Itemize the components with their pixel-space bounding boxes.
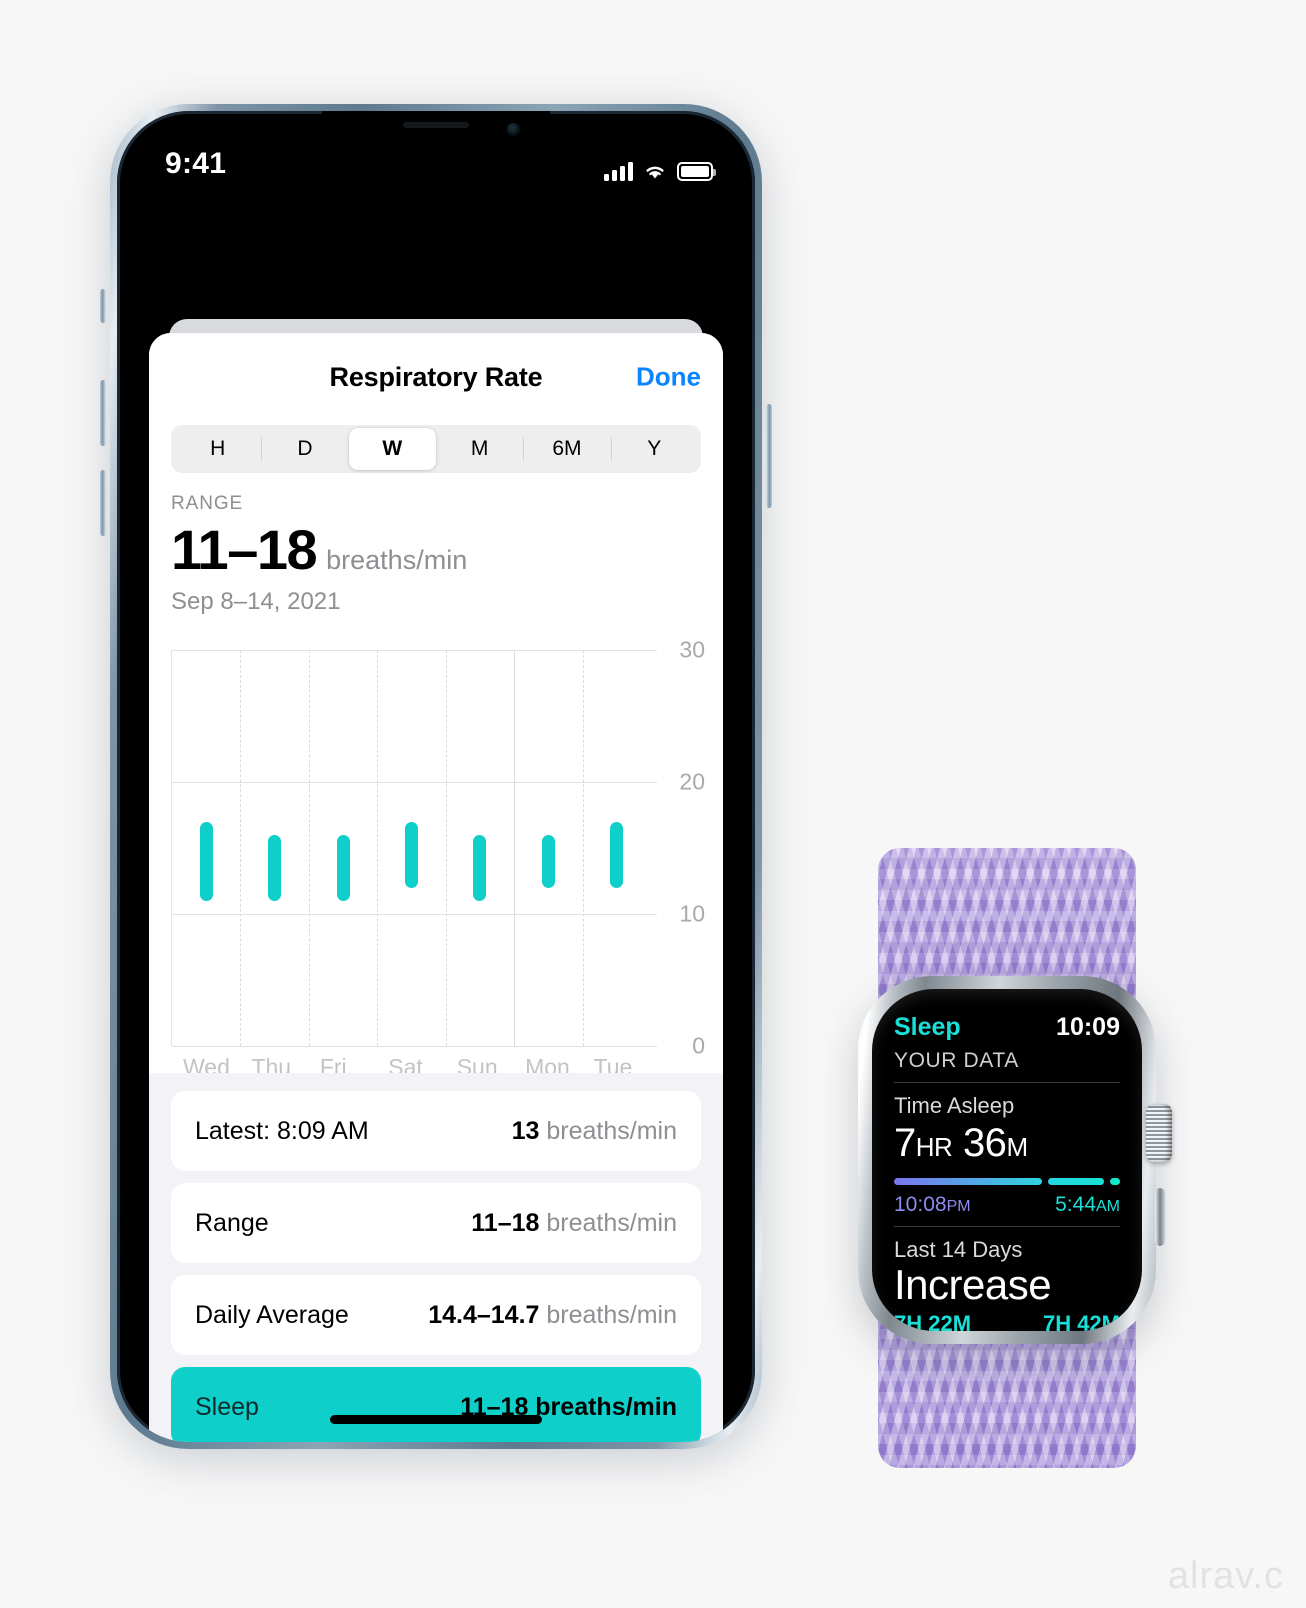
mute-switch[interactable] — [100, 289, 106, 323]
signal-bars-icon — [604, 161, 633, 181]
notch — [322, 111, 550, 145]
apple-watch-device: Sleep 10:09 YOUR DATA Time Asleep 7HR 36… — [848, 848, 1172, 1468]
chart-column-divider — [308, 650, 310, 1046]
chart-bar-sun[interactable] — [473, 834, 487, 901]
list-item[interactable]: Range 11–18 breaths/min — [171, 1183, 701, 1263]
volume-up-button[interactable] — [100, 380, 106, 446]
sheet-header: Respiratory Rate Done — [149, 333, 723, 421]
sleep-compare-right: 7H 42M — [1042, 1311, 1120, 1331]
sleep-segment-1 — [894, 1178, 1042, 1185]
chart-gridline — [172, 782, 657, 783]
chart-y-tick: 20 — [679, 768, 705, 795]
watch-side-button[interactable] — [1155, 1188, 1165, 1246]
chart-column-divider — [240, 650, 242, 1046]
power-button[interactable] — [766, 404, 772, 508]
chart-bar-mon[interactable] — [541, 834, 555, 888]
watch-screen: Sleep 10:09 YOUR DATA Time Asleep 7HR 36… — [872, 989, 1142, 1331]
list-item-label: Sleep — [195, 1392, 259, 1421]
range-value-line: 11–18 breaths/min — [171, 517, 701, 582]
list-item[interactable]: Latest: 8:09 AM 13 breaths/min — [171, 1091, 701, 1171]
divider — [894, 1226, 1120, 1227]
chart-bar-wed[interactable] — [199, 821, 213, 901]
chart-gridline — [172, 1046, 657, 1047]
sleep-comparison: 7H 22M 7H 42M — [894, 1311, 1120, 1331]
iphone-device: 9:41 Respiratory Rate Done H D W M 6M Y … — [100, 104, 772, 1449]
chart-column-divider — [445, 650, 447, 1046]
sleep-times: 10:08PM 5:44AM — [894, 1193, 1120, 1217]
tab-week[interactable]: W — [348, 428, 436, 470]
range-value: 11–18 — [171, 518, 318, 581]
volume-down-button[interactable] — [100, 470, 106, 536]
page-title: Respiratory Rate — [329, 361, 543, 392]
wifi-icon — [646, 166, 664, 179]
tab-six-months[interactable]: 6M — [523, 428, 610, 470]
chart-column-divider — [377, 650, 379, 1046]
home-indicator[interactable] — [330, 1415, 542, 1424]
range-caption: RANGE — [171, 493, 244, 514]
sleep-timeline-bar — [894, 1178, 1120, 1185]
chart-y-tick: 30 — [679, 636, 705, 663]
sleep-segment-3 — [1110, 1178, 1120, 1185]
last-14-days-label: Last 14 Days — [894, 1237, 1023, 1262]
divider — [894, 1082, 1120, 1083]
range-summary: RANGE 11–18 breaths/min Sep 8–14, 2021 — [149, 473, 723, 616]
chart-gridline — [172, 914, 657, 915]
list-item-value: 14.4–14.7 breaths/min — [428, 1300, 677, 1329]
screenshot-stage: 9:41 Respiratory Rate Done H D W M 6M Y … — [0, 0, 1306, 1608]
watch-case: Sleep 10:09 YOUR DATA Time Asleep 7HR 36… — [858, 976, 1172, 1344]
chart-plot-area — [171, 650, 657, 1047]
chart-y-tick: 10 — [679, 900, 705, 927]
time-range-segmented-control-wrap: H D W M 6M Y — [149, 421, 723, 473]
chart-y-tick: 0 — [692, 1032, 705, 1059]
status-bar-indicators — [604, 161, 716, 181]
respiratory-rate-chart[interactable]: 30 20 10 0 Wed Thu Fri Sat Sun Mon Tue — [171, 634, 723, 1080]
tab-day[interactable]: D — [261, 428, 348, 470]
sleep-segment-2 — [1048, 1178, 1104, 1185]
sleep-end-time: 5:44AM — [1055, 1193, 1120, 1216]
chart-gridline — [172, 650, 657, 651]
list-item-value: 11–18 breaths/min — [471, 1208, 677, 1237]
tab-year[interactable]: Y — [610, 428, 698, 470]
list-item-value: 13 breaths/min — [511, 1116, 677, 1145]
chart-bar-sat[interactable] — [405, 821, 418, 888]
sleep-start-time: 10:08PM — [894, 1193, 971, 1216]
list-item-label: Daily Average — [195, 1300, 349, 1329]
watch-status-bar: Sleep 10:09 — [894, 1013, 1120, 1042]
chart-bar-fri[interactable] — [336, 834, 350, 901]
sleep-trend-value: Increase — [894, 1261, 1052, 1308]
chart-bar-tue[interactable] — [610, 821, 624, 888]
front-camera-icon — [507, 123, 520, 136]
chart-column-divider — [514, 650, 516, 1046]
iphone-screen: 9:41 Respiratory Rate Done H D W M 6M Y … — [117, 111, 755, 1442]
earpiece-speaker-icon — [403, 122, 469, 128]
respiratory-rate-sheet: Respiratory Rate Done H D W M 6M Y RANGE — [149, 333, 723, 1442]
time-asleep-label: Time Asleep — [894, 1093, 1015, 1118]
watch-app-name: Sleep — [894, 1013, 961, 1041]
watch-section-label: YOUR DATA — [894, 1049, 1019, 1072]
metrics-list: Latest: 8:09 AM 13 breaths/min Range 11–… — [149, 1073, 723, 1442]
range-date: Sep 8–14, 2021 — [171, 588, 341, 615]
done-button[interactable]: Done — [636, 362, 701, 393]
tab-hour[interactable]: H — [174, 428, 261, 470]
chart-bar-thu[interactable] — [268, 834, 282, 901]
battery-icon — [677, 162, 716, 181]
watermark: alrav.c — [1167, 1555, 1284, 1597]
list-item-sleep-highlighted[interactable]: Sleep 11–18 breaths/min — [171, 1367, 701, 1442]
status-bar-time: 9:41 — [165, 147, 227, 180]
digital-crown[interactable] — [1146, 1104, 1172, 1162]
list-item-label: Range — [195, 1208, 269, 1237]
list-item[interactable]: Daily Average 14.4–14.7 breaths/min — [171, 1275, 701, 1355]
list-item-label: Latest: 8:09 AM — [195, 1116, 369, 1145]
tab-month[interactable]: M — [436, 428, 523, 470]
chart-column-divider — [582, 650, 584, 1046]
sleep-compare-left: 7H 22M — [894, 1311, 972, 1331]
time-range-segmented-control[interactable]: H D W M 6M Y — [171, 425, 701, 473]
range-unit: breaths/min — [326, 545, 468, 575]
watch-time: 10:09 — [1056, 1013, 1120, 1041]
time-asleep-value: 7HR 36M — [894, 1121, 1028, 1165]
